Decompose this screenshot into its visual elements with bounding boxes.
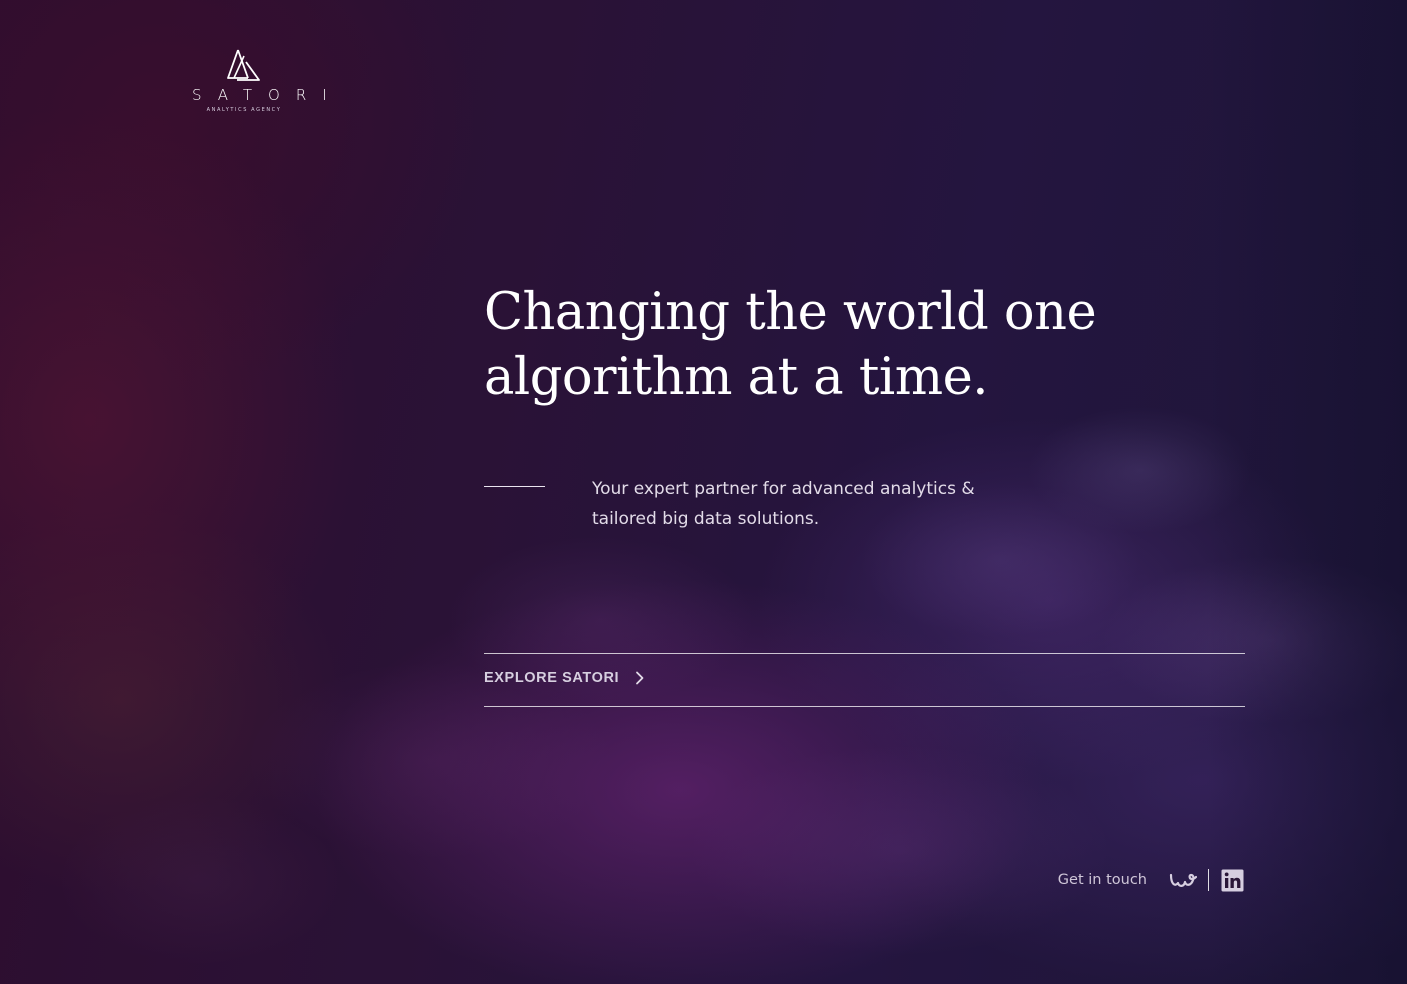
headline-line-1: Changing the world one xyxy=(484,283,1097,342)
linkedin-icon[interactable] xyxy=(1221,869,1244,892)
brand-logo[interactable]: SATORI ANALYTICS AGENCY xyxy=(176,48,343,113)
brand-name: SATORI xyxy=(192,86,343,104)
hero-subtitle-block: Your expert partner for advanced analyti… xyxy=(484,474,1084,544)
triangle-mountain-icon xyxy=(227,49,260,81)
subtitle-line-1: Your expert partner for advanced analyti… xyxy=(592,479,975,499)
footer-contact: Get in touch xyxy=(1058,866,1244,894)
decorative-dash xyxy=(484,486,545,487)
explore-label: EXPLORE SATORI xyxy=(484,670,620,686)
brand-tagline: ANALYTICS AGENCY xyxy=(206,107,282,113)
social-divider xyxy=(1208,869,1209,891)
w-brand-icon[interactable] xyxy=(1169,870,1197,890)
hero-headline: Changing the world one algorithm at a ti… xyxy=(484,280,1104,410)
get-in-touch-link[interactable]: Get in touch xyxy=(1058,872,1147,888)
background-vignette xyxy=(1207,0,1407,984)
subtitle-line-2: tailored big data solutions. xyxy=(592,509,820,529)
hero-subtitle: Your expert partner for advanced analyti… xyxy=(592,474,1042,534)
explore-satori-link[interactable]: EXPLORE SATORI xyxy=(484,670,645,686)
headline-line-2: algorithm at a time. xyxy=(484,348,988,407)
hero-section: Changing the world one algorithm at a ti… xyxy=(484,280,1104,410)
explore-bar: EXPLORE SATORI xyxy=(484,653,1245,707)
social-links xyxy=(1169,869,1244,892)
chevron-right-icon xyxy=(636,671,644,685)
